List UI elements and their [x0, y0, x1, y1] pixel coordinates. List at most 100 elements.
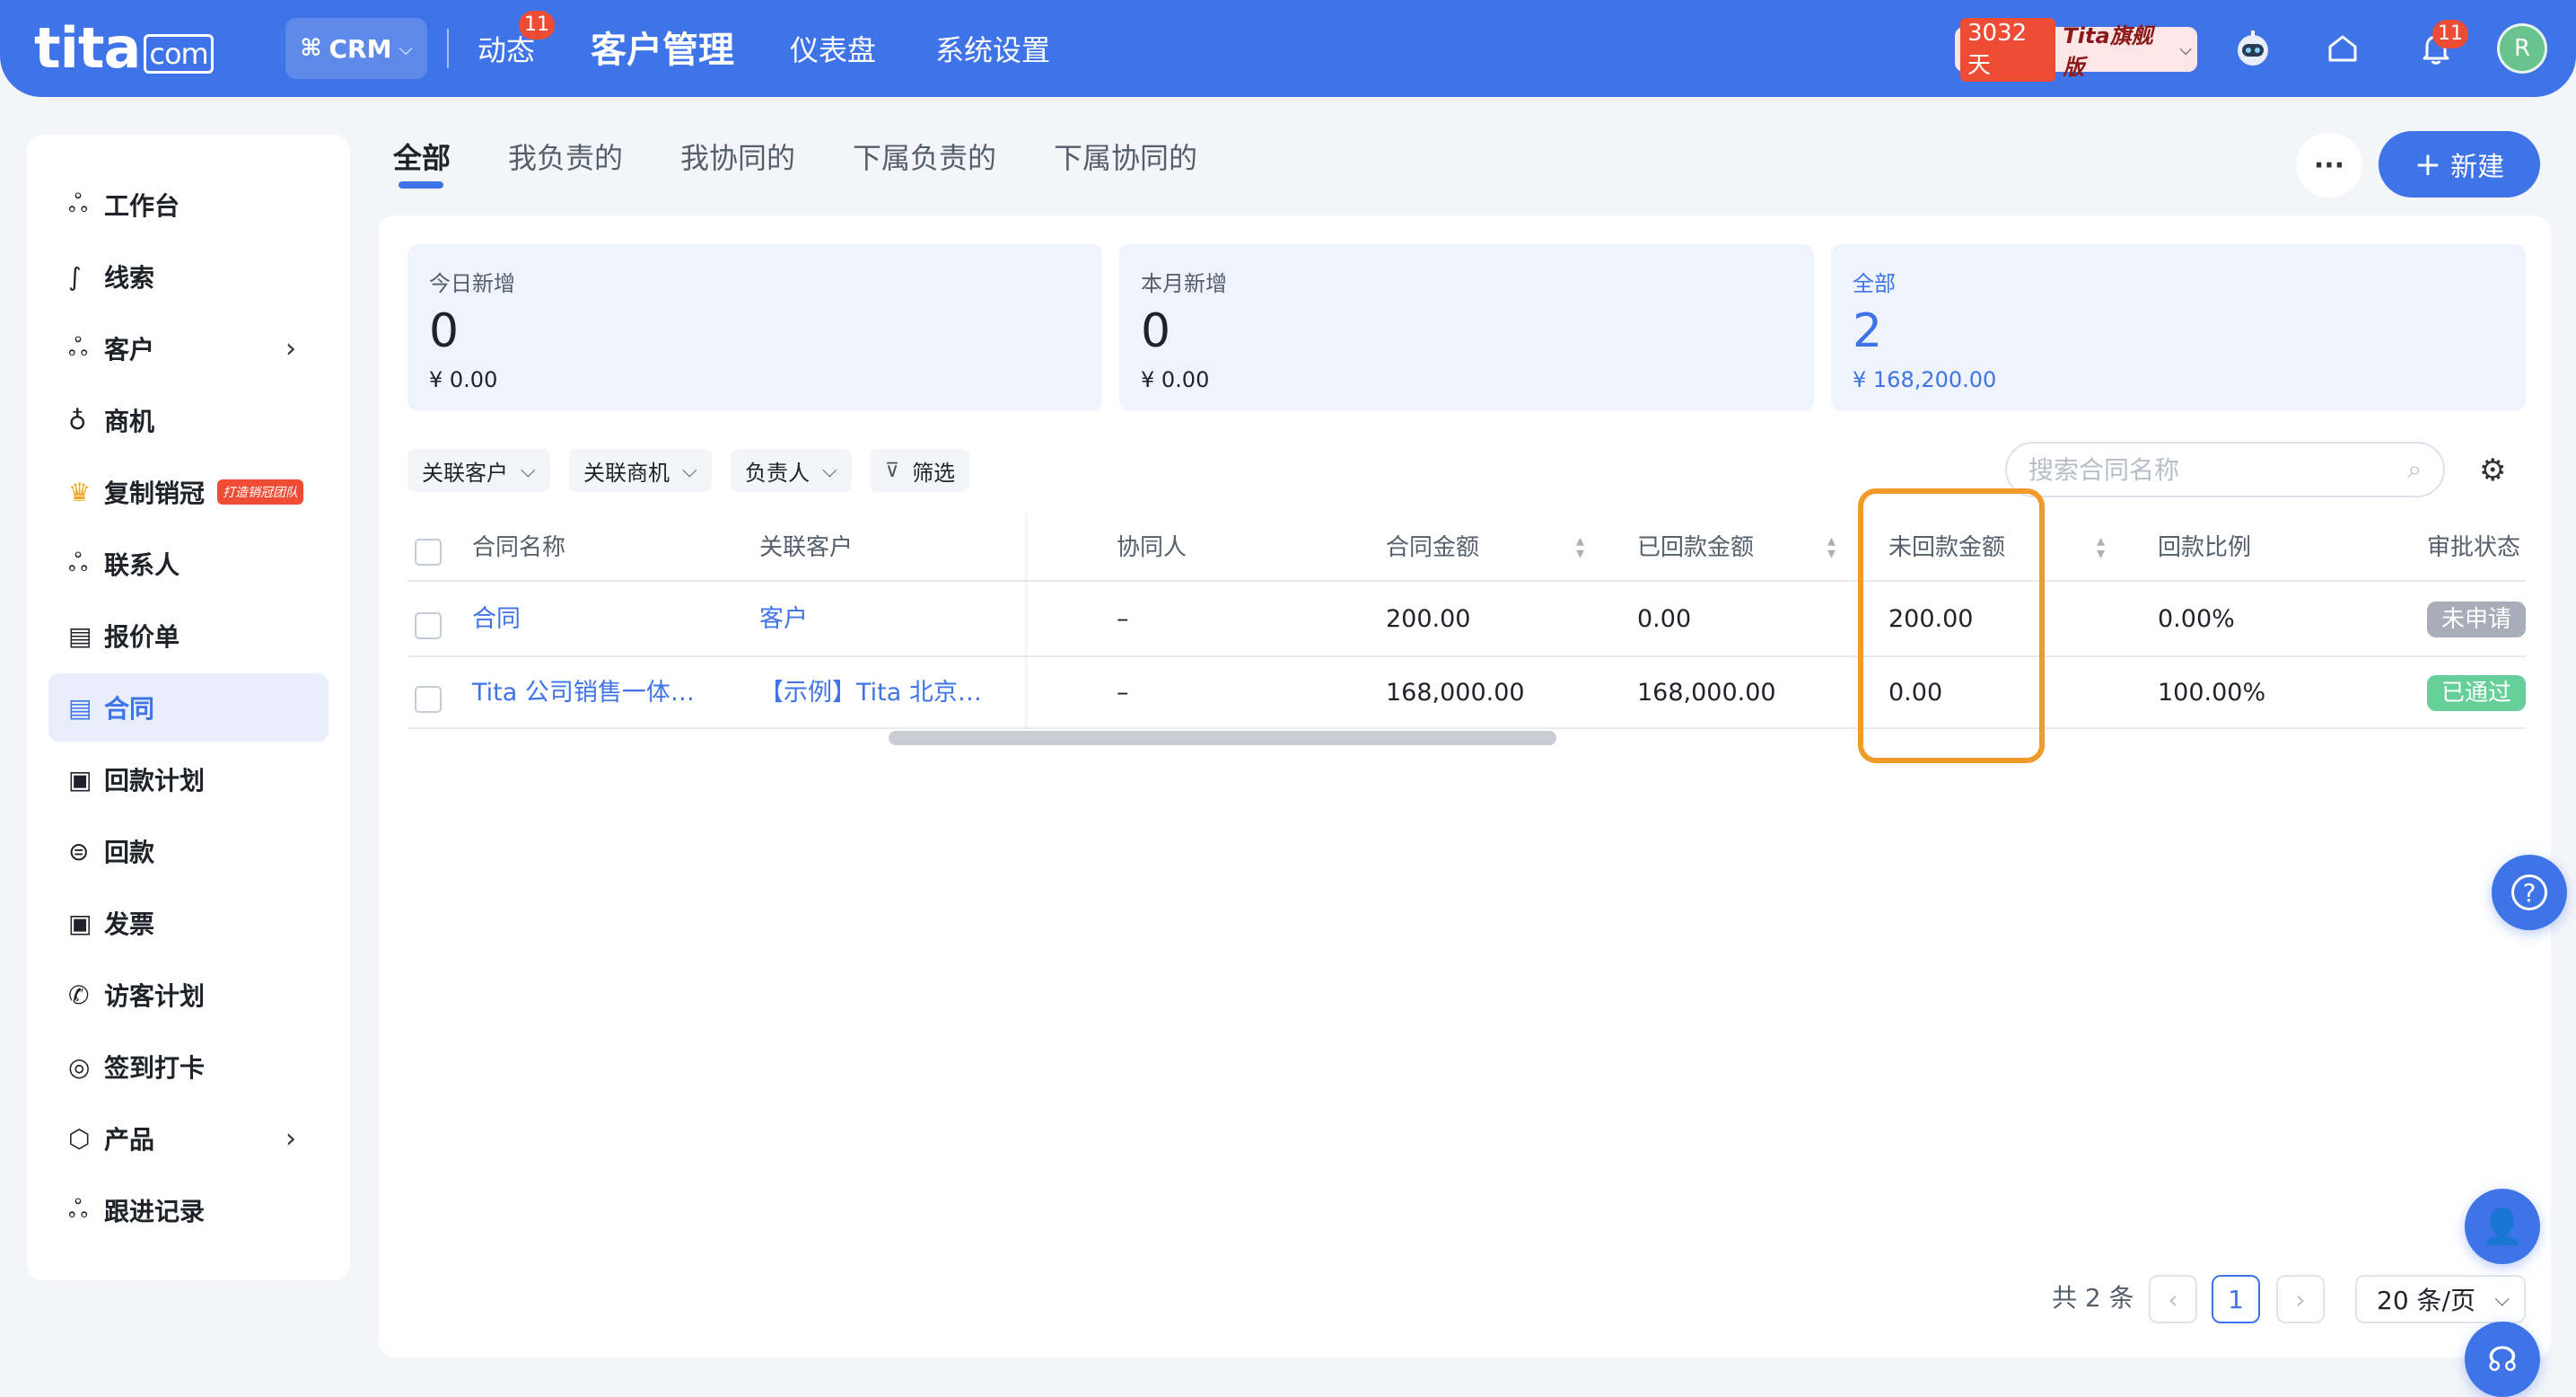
bulb-icon: ♁	[68, 405, 87, 435]
filter-owner[interactable]: 负责人 ⌵	[731, 449, 852, 492]
nav-dashboard[interactable]: 仪表盘	[790, 22, 876, 79]
column-payment-ratio: 回款比例	[2158, 534, 2252, 561]
sidebar-item-payment-plans[interactable]: ▣ 回款计划	[48, 745, 329, 813]
sidebar-item-contacts[interactable]: ஃ 联系人	[48, 530, 329, 598]
chevron-down-icon: ⌵	[521, 459, 536, 482]
tab-mine[interactable]: 我负责的	[508, 135, 623, 181]
stat-amount: ¥ 0.00	[1141, 367, 1210, 392]
header-divider	[447, 29, 449, 68]
row-checkbox[interactable]	[415, 612, 442, 639]
sidebar-item-label: 访客计划	[104, 981, 206, 1011]
customer-service-button[interactable]: ☊	[2465, 1322, 2540, 1397]
sidebar-item-leads[interactable]: ∫ 线索	[48, 242, 329, 311]
trial-days: 3032天	[1960, 17, 2056, 82]
sidebar-item-label: 工作台	[104, 191, 180, 221]
sidebar-item-opportunities[interactable]: ♁ 商机	[48, 386, 329, 454]
headset-icon: ☊	[2487, 1340, 2518, 1379]
sidebar-item-payments[interactable]: ⊜ 回款	[48, 817, 329, 885]
filter-related-opportunity[interactable]: 关联商机 ⌵	[569, 449, 712, 492]
sidebar-item-visit-plans[interactable]: ✆ 访客计划	[48, 961, 329, 1029]
app-switcher-button[interactable]: ⌘ CRM ⌵	[285, 18, 427, 79]
column-contract-name: 合同名称	[472, 534, 566, 561]
sidebar-item-customers[interactable]: ஃ 客户 ›	[48, 314, 329, 382]
stat-card-today[interactable]: 今日新增 0 ¥ 0.00	[407, 244, 1102, 411]
payment-ratio-cell: 0.00%	[2158, 605, 2235, 633]
filter-label: 筛选	[912, 460, 956, 486]
nav-customer-management[interactable]: 客户管理	[591, 22, 734, 79]
notification-badge: 11	[2432, 20, 2468, 48]
user-add-icon: 👤	[2481, 1206, 2524, 1246]
activity-badge: 11	[519, 11, 555, 40]
sidebar-item-copy-champion[interactable]: ♛ 复制销冠 打造销冠团队	[48, 458, 329, 526]
sidebar-item-workbench[interactable]: ஃ 工作台	[48, 171, 329, 239]
filter-button[interactable]: ⊽ 筛选	[871, 449, 970, 492]
tita-logo[interactable]: tita com	[34, 16, 214, 86]
tab-subordinates-owned[interactable]: 下属负责的	[853, 135, 996, 181]
avatar[interactable]: R	[2497, 23, 2547, 74]
customer-link[interactable]: 【示例】Tita 北京…	[759, 675, 982, 711]
filter-label: 关联客户	[422, 460, 508, 486]
sidebar: ஃ 工作台 ∫ 线索 ஃ 客户 › ♁ 商机 ♛ 复制销冠 打造销冠团队 ஃ 联系人 ▤ 报价单 …	[27, 135, 350, 1280]
prev-page-button[interactable]: ‹	[2149, 1275, 2197, 1323]
stat-card-month[interactable]: 本月新增 0 ¥ 0.00	[1119, 244, 1814, 411]
search-input[interactable]	[2028, 454, 2388, 485]
sort-icon[interactable]: ▴ ▾	[1576, 533, 1584, 562]
sidebar-item-follow-ups[interactable]: ஃ 跟进记录	[48, 1176, 329, 1244]
gear-icon[interactable]: ⚙	[2479, 452, 2506, 488]
total-count: 共 2 条	[2052, 1283, 2134, 1313]
chevron-down-icon: ⌵	[822, 459, 837, 482]
sidebar-item-label: 报价单	[104, 622, 180, 652]
sidebar-item-products[interactable]: ⬡ 产品 ›	[48, 1104, 329, 1173]
row-checkbox[interactable]	[415, 686, 442, 713]
stat-label: 本月新增	[1141, 271, 1227, 296]
sidebar-item-label: 签到打卡	[104, 1053, 206, 1083]
tab-subordinates-collaborating[interactable]: 下属协同的	[1054, 135, 1197, 181]
column-collaborator: 协同人	[1117, 534, 1187, 561]
sidebar-item-label: 发票	[104, 909, 155, 939]
add-contact-button[interactable]: 👤	[2465, 1189, 2540, 1264]
unreceived-column-highlight	[1858, 488, 2045, 763]
customer-link[interactable]: 客户	[759, 602, 808, 637]
edition-label: Tita旗舰版	[2063, 23, 2153, 80]
more-actions-button[interactable]: ···	[2296, 133, 2362, 198]
stat-card-all[interactable]: 全部 2 ¥ 168,200.00	[1831, 244, 2526, 411]
funnel-icon: ⊽	[885, 459, 900, 482]
new-contract-button[interactable]: + 新建	[2379, 131, 2540, 198]
page-button[interactable]: 1	[2212, 1275, 2260, 1323]
tab-all[interactable]: 全部	[393, 135, 451, 181]
tab-collaborating[interactable]: 我协同的	[680, 135, 795, 181]
robot-assistant-icon[interactable]	[2230, 25, 2276, 72]
row-divider-line	[407, 655, 2526, 657]
column-approval-status: 审批状态	[2427, 534, 2521, 561]
stat-amount: ¥ 168,200.00	[1853, 367, 1997, 392]
yen-circle-icon: ⊜	[68, 836, 90, 866]
frozen-column-shadow	[1025, 514, 1029, 727]
sort-icon[interactable]: ▴ ▾	[2097, 533, 2105, 562]
nav-system-settings[interactable]: 系统设置	[935, 22, 1050, 79]
sidebar-item-contracts[interactable]: ▤ 合同	[48, 673, 329, 742]
horizontal-scrollbar[interactable]	[889, 731, 1556, 745]
sort-icon[interactable]: ▴ ▾	[1827, 533, 1836, 562]
search-box[interactable]: ⌕	[2005, 442, 2445, 497]
chevron-down-icon: ⌵	[682, 459, 697, 482]
filter-related-customer[interactable]: 关联客户 ⌵	[407, 449, 550, 492]
contract-name-link[interactable]: Tita 公司销售一体…	[472, 675, 695, 711]
select-all-checkbox[interactable]	[415, 539, 442, 566]
contract-name-link[interactable]: 合同	[472, 602, 521, 637]
help-button[interactable]: ?	[2492, 855, 2567, 930]
question-icon: ?	[2511, 874, 2547, 910]
sidebar-item-label: 复制销冠	[104, 479, 206, 508]
sidebar-item-label: 线索	[104, 263, 155, 293]
status-badge: 未申请	[2427, 602, 2527, 637]
sidebar-item-check-in[interactable]: ◎ 签到打卡	[48, 1032, 329, 1101]
stat-count: 0	[429, 304, 460, 358]
new-button-label: 新建	[2450, 152, 2505, 183]
edition-badge[interactable]: 3032天 Tita旗舰版 ⌵	[1955, 17, 2197, 82]
sidebar-item-invoices[interactable]: ▣ 发票	[48, 889, 329, 957]
sidebar-item-quotes[interactable]: ▤ 报价单	[48, 602, 329, 670]
box-icon: ⬡	[68, 1123, 91, 1154]
page-size-select[interactable]: 20 条/页 ⌵	[2355, 1275, 2526, 1323]
home-icon[interactable]	[2319, 25, 2366, 72]
next-page-button[interactable]: ›	[2276, 1275, 2325, 1323]
row-divider-line	[407, 727, 2526, 729]
